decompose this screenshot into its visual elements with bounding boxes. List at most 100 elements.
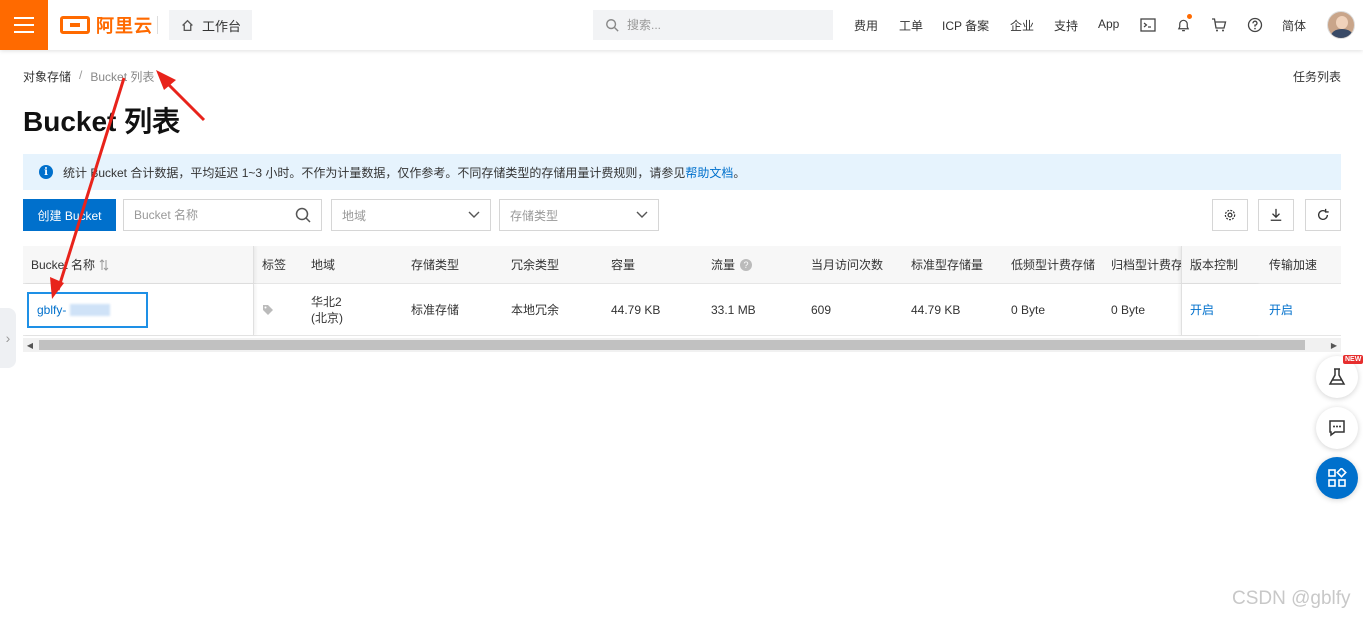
col-versioning: 版本控制 bbox=[1181, 246, 1261, 283]
top-navbar: 阿里云 工作台 费用 工单 ICP 备案 企业 支持 App 简体 bbox=[0, 0, 1363, 50]
col-region: 地域 bbox=[311, 258, 336, 272]
new-badge: NEW bbox=[1343, 355, 1363, 364]
info-icon: i bbox=[39, 165, 53, 179]
bucket-name-search[interactable] bbox=[123, 199, 322, 231]
task-list-link[interactable]: 任务列表 bbox=[1293, 68, 1341, 85]
cell-archive-storage: 0 Byte bbox=[1111, 302, 1146, 317]
col-archive-storage: 归档型计费存 bbox=[1111, 258, 1181, 272]
aliyun-logo-icon bbox=[60, 16, 90, 34]
col-standard-storage: 标准型存储量 bbox=[911, 258, 984, 272]
info-notice: i 统计 Bucket 合计数据，平均延迟 1~3 小时。不作为计量数据，仅作参… bbox=[23, 154, 1341, 190]
region-line2: (北京) bbox=[311, 310, 343, 325]
language-switch[interactable]: 简体 bbox=[1282, 17, 1306, 34]
bell-icon[interactable] bbox=[1172, 14, 1194, 36]
tag-icon[interactable] bbox=[262, 304, 274, 316]
versioning-link[interactable]: 开启 bbox=[1181, 284, 1261, 335]
divider bbox=[157, 16, 158, 34]
col-tags: 标签 bbox=[262, 258, 287, 272]
scroll-right-arrow[interactable]: ▶ bbox=[1327, 338, 1341, 352]
transfer-accel-link[interactable]: 开启 bbox=[1261, 284, 1341, 335]
cell-tags bbox=[254, 284, 302, 335]
col-bucket-name-label: Bucket 名称 bbox=[31, 258, 96, 272]
col-monthly-visits: 当月访问次数 bbox=[811, 258, 884, 272]
cell-monthly-visits: 609 bbox=[811, 302, 832, 317]
page-title: Bucket 列表 bbox=[23, 106, 181, 137]
chat-float-button[interactable] bbox=[1316, 407, 1358, 449]
cart-icon[interactable] bbox=[1208, 14, 1230, 36]
nav-support[interactable]: 支持 bbox=[1054, 17, 1078, 34]
col-bucket-name[interactable]: Bucket 名称 bbox=[23, 246, 254, 283]
storage-type-select[interactable]: 存储类型 bbox=[499, 199, 659, 231]
search-icon[interactable] bbox=[295, 207, 311, 223]
nav-icp[interactable]: ICP 备案 bbox=[942, 17, 989, 34]
nav-enterprise[interactable]: 企业 bbox=[1010, 17, 1034, 34]
arrowhead bbox=[156, 70, 176, 90]
nav-app[interactable]: App bbox=[1098, 17, 1119, 31]
aliyun-logo[interactable]: 阿里云 bbox=[60, 12, 153, 38]
chat-icon bbox=[1329, 420, 1345, 437]
watermark: CSDN @gblfy bbox=[1232, 588, 1351, 609]
menu-line bbox=[14, 24, 34, 26]
cell-storage-type: 标准存储 bbox=[411, 303, 460, 317]
sidebar-expand-tab[interactable]: › bbox=[0, 308, 16, 368]
cell-traffic: 33.1 MB bbox=[711, 302, 756, 317]
refresh-icon bbox=[1317, 208, 1329, 221]
bucket-name-link[interactable]: gblfy- bbox=[27, 291, 148, 328]
notice-text: 统计 Bucket 合计数据，平均延迟 1~3 小时。不作为计量数据，仅作参考。… bbox=[63, 165, 686, 180]
breadcrumb-separator: / bbox=[79, 68, 83, 82]
breadcrumb-oss[interactable]: 对象存储 bbox=[23, 68, 71, 85]
region-select[interactable]: 地域 bbox=[331, 199, 491, 231]
nav-ticket[interactable]: 工单 bbox=[899, 17, 923, 34]
chevron-right-icon: › bbox=[5, 330, 11, 346]
col-transfer-accel: 传输加速 bbox=[1261, 246, 1341, 283]
hamburger-menu-button[interactable] bbox=[0, 0, 48, 50]
sort-icon[interactable] bbox=[99, 258, 109, 271]
refresh-button[interactable] bbox=[1305, 199, 1341, 231]
scroll-thumb[interactable] bbox=[39, 340, 1305, 350]
menu-line bbox=[14, 31, 34, 33]
storage-type-select-value: 存储类型 bbox=[510, 208, 559, 223]
help-icon[interactable]: ? bbox=[740, 258, 753, 271]
table-header: Bucket 名称 标签 地域 存储类型 冗余类型 容量 流量 ? 当月访问次数… bbox=[23, 246, 1341, 284]
help-doc-link[interactable]: 帮助文档 bbox=[685, 166, 733, 180]
download-icon bbox=[1270, 208, 1282, 221]
region-select-value: 地域 bbox=[342, 208, 367, 223]
chevron-down-icon bbox=[468, 211, 480, 218]
region-line1: 华北2 bbox=[311, 294, 342, 309]
search-icon bbox=[606, 19, 619, 32]
col-redundancy: 冗余类型 bbox=[511, 258, 560, 272]
settings-button[interactable] bbox=[1212, 199, 1248, 231]
cell-region: 华北2 (北京) bbox=[303, 284, 403, 335]
create-bucket-button[interactable]: 创建 Bucket bbox=[23, 199, 116, 231]
bucket-toolbar: 创建 Bucket 地域 存储类型 bbox=[23, 199, 1341, 231]
user-avatar[interactable] bbox=[1327, 11, 1355, 39]
chevron-down-icon bbox=[636, 211, 648, 218]
cell-standard-storage: 44.79 KB bbox=[911, 302, 961, 317]
search-input[interactable] bbox=[627, 18, 817, 32]
bucket-name-text: gblfy- bbox=[37, 302, 67, 317]
logo-text: 阿里云 bbox=[96, 16, 153, 36]
cell-bucket-name: gblfy- bbox=[23, 284, 254, 335]
workbench-button[interactable]: 工作台 bbox=[169, 10, 252, 40]
download-button[interactable] bbox=[1258, 199, 1294, 231]
bucket-table: Bucket 名称 标签 地域 存储类型 冗余类型 容量 流量 ? 当月访问次数… bbox=[23, 246, 1341, 338]
terminal-icon[interactable] bbox=[1137, 14, 1159, 36]
help-icon[interactable] bbox=[1244, 14, 1266, 36]
global-search[interactable] bbox=[593, 10, 833, 40]
cell-redundancy: 本地冗余 bbox=[511, 303, 560, 317]
scroll-left-arrow[interactable]: ◀ bbox=[23, 338, 37, 352]
bucket-name-input[interactable] bbox=[134, 208, 274, 222]
cell-capacity: 44.79 KB bbox=[611, 302, 661, 317]
col-storage-type: 存储类型 bbox=[411, 258, 460, 272]
nav-billing[interactable]: 费用 bbox=[854, 17, 878, 34]
notification-dot bbox=[1187, 14, 1192, 19]
breadcrumb: 对象存储 / Bucket 列表 bbox=[23, 68, 154, 85]
notice-content: 统计 Bucket 合计数据，平均延迟 1~3 小时。不作为计量数据，仅作参考。… bbox=[63, 164, 745, 181]
gear-icon bbox=[1224, 209, 1236, 221]
col-capacity: 容量 bbox=[611, 258, 636, 272]
col-traffic: 流量 ? bbox=[703, 246, 803, 283]
menu-line bbox=[14, 17, 34, 19]
breadcrumb-current: Bucket 列表 bbox=[90, 70, 155, 84]
apps-float-button[interactable] bbox=[1316, 457, 1358, 499]
horizontal-scrollbar[interactable]: ◀ ▶ bbox=[23, 338, 1341, 352]
